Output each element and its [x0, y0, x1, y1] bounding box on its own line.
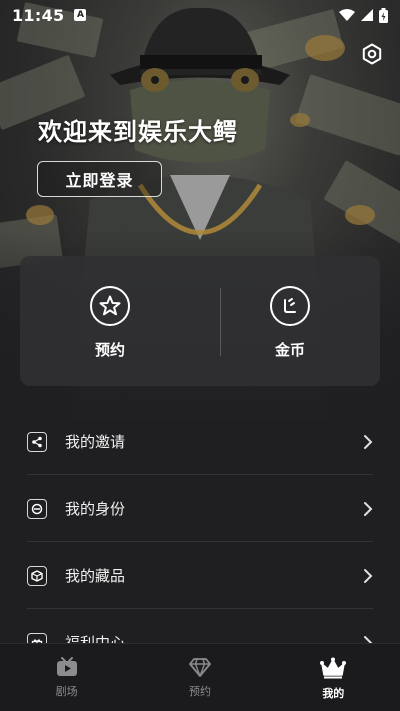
- settings-button[interactable]: [358, 40, 386, 68]
- nav-tab-label: 我的: [322, 687, 345, 700]
- stat-reservation-label: 预约: [94, 341, 125, 359]
- status-icons: [339, 7, 388, 23]
- bottom-nav: 剧场 预约 我的: [0, 643, 400, 711]
- menu-item-invitations[interactable]: 我的邀请: [0, 408, 400, 475]
- share-icon: [27, 431, 47, 452]
- status-time: 11:45: [12, 5, 65, 25]
- status-bar: 11:45 A: [0, 0, 400, 30]
- nav-tab-theater[interactable]: 剧场: [0, 644, 133, 711]
- notification-a-icon: A: [74, 9, 87, 21]
- wifi-icon: [339, 9, 355, 21]
- chevron-right-icon: [364, 568, 373, 583]
- menu-item-identity[interactable]: 我的身份: [0, 475, 400, 542]
- signal-icon: [361, 9, 373, 21]
- stat-coins-label: 金币: [274, 341, 305, 359]
- nav-tab-label: 预约: [188, 685, 211, 698]
- menu-item-label: 我的邀请: [65, 433, 126, 451]
- identity-icon: [27, 498, 47, 519]
- welcome-title: 欢迎来到娱乐大鳄: [38, 118, 238, 146]
- stat-reservation[interactable]: 预约: [20, 256, 200, 386]
- collection-box-icon: [27, 565, 47, 586]
- diamond-icon: [189, 658, 211, 677]
- coin-icon: [270, 286, 310, 326]
- nav-tab-label: 剧场: [55, 685, 78, 698]
- nav-tab-mine[interactable]: 我的: [267, 644, 400, 711]
- login-button[interactable]: 立即登录: [37, 161, 162, 197]
- settings-hexagon-icon: [362, 43, 382, 65]
- menu-item-label: 我的身份: [65, 500, 126, 518]
- chevron-right-icon: [364, 434, 373, 449]
- stats-divider: [220, 288, 221, 356]
- menu-item-label: 我的藏品: [65, 567, 126, 585]
- battery-icon: [379, 7, 388, 23]
- crown-icon: [320, 657, 347, 679]
- chevron-right-icon: [364, 501, 373, 516]
- stats-card: 预约 金币: [20, 256, 380, 386]
- star-icon: [90, 286, 130, 326]
- theater-play-icon: [56, 657, 77, 676]
- stat-coins[interactable]: 金币: [200, 256, 380, 386]
- profile-screen: 11:45 A 欢迎来到娱乐大鳄 立即登录 预约 金币 我的邀请 我的身份 我的…: [0, 0, 400, 711]
- nav-tab-reservation[interactable]: 预约: [133, 644, 266, 711]
- profile-menu: 我的邀请 我的身份 我的藏品: [0, 408, 400, 676]
- menu-item-collection[interactable]: 我的藏品: [0, 542, 400, 609]
